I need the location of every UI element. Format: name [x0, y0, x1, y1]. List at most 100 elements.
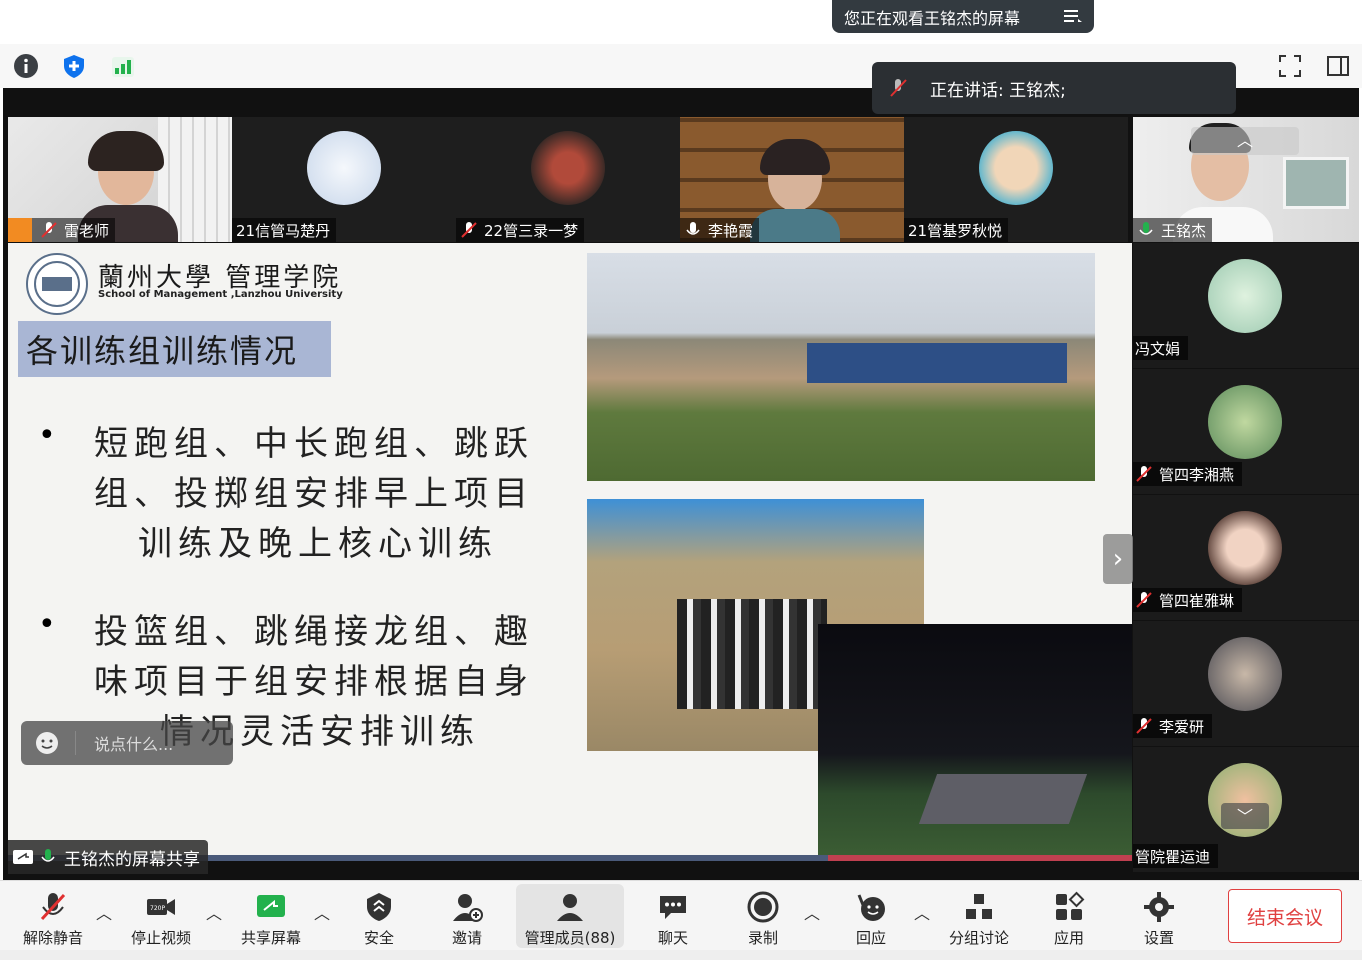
- group-people: [677, 599, 827, 709]
- share-screen-icon: [13, 850, 33, 864]
- shared-slide: 蘭州大學 管理学院 School of Management ,Lanzhou …: [8, 243, 1132, 861]
- high-jump-mat: [807, 343, 1067, 383]
- chat-button[interactable]: 聊天: [638, 886, 708, 948]
- participant-name-bar: 21信管马楚丹: [232, 218, 337, 242]
- banner-text: 您正在观看王铭杰的屏幕: [844, 8, 1021, 28]
- participant-name-bar: 21管基罗秋悦: [904, 218, 1009, 242]
- participant-tile[interactable]: 22管三录一梦: [456, 117, 680, 242]
- chevron-up-icon[interactable]: ︿: [804, 900, 820, 924]
- encryption-shield-icon[interactable]: [60, 52, 88, 80]
- avatar: [1208, 385, 1282, 459]
- chevron-up-icon[interactable]: ︿: [914, 900, 930, 924]
- hair: [760, 139, 830, 175]
- people-lying: [918, 774, 1088, 824]
- fullscreen-icon[interactable]: [1276, 52, 1304, 80]
- network-signal-icon[interactable]: [108, 52, 136, 80]
- participant-name-bar: 李爱研: [1133, 714, 1213, 738]
- status-strip: [0, 950, 1362, 960]
- mic-muted-icon: [1136, 718, 1152, 734]
- unmute-button[interactable]: 解除静音: [18, 886, 88, 948]
- participant-side-tile[interactable]: 李爱研: [1133, 621, 1359, 746]
- settings-button[interactable]: 设置: [1124, 886, 1194, 948]
- chat-bubble-icon: [660, 896, 686, 919]
- participant-side-tile[interactable]: ﹀ 管院瞿运迪: [1133, 747, 1359, 872]
- chevron-right-icon: ›: [1112, 544, 1124, 574]
- avatar: [979, 131, 1053, 205]
- hair: [88, 131, 164, 171]
- end-meeting-button[interactable]: 结束会议: [1228, 889, 1342, 943]
- record-button[interactable]: 录制: [728, 886, 798, 948]
- share-screen-icon: [257, 895, 285, 917]
- bullet-1-line-2: 组、投掷组安排早上项目: [94, 474, 534, 514]
- participant-tile[interactable]: 21信管马楚丹: [232, 117, 456, 242]
- slide-title: 各训练组训练情况: [18, 321, 331, 377]
- participant-name-bar: 李艳霞: [680, 218, 760, 242]
- participants-icon: [557, 894, 583, 921]
- invite-button[interactable]: 邀请: [432, 886, 502, 948]
- night-training-photo: [818, 624, 1132, 860]
- chevron-up-icon[interactable]: ︿: [96, 900, 112, 924]
- gear-icon: [1144, 892, 1174, 922]
- mic-icon: [686, 222, 700, 235]
- slide-footer-accent: [828, 855, 1132, 861]
- bullet-2-line-1: 投篮组、跳绳接龙组、趣: [94, 612, 534, 652]
- participant-tile-active[interactable]: ︿ 王铭杰: [1133, 117, 1359, 242]
- mic-active-icon: [1139, 222, 1153, 235]
- participant-name-bar: 管院瞿运迪: [1133, 844, 1219, 868]
- participants-button[interactable]: 管理成员(88): [516, 886, 624, 948]
- quick-chat-input[interactable]: 说点什么...: [21, 721, 233, 765]
- bullet-dot: •: [38, 418, 56, 453]
- avatar: [1208, 637, 1282, 711]
- participant-name-bar: 王铭杰: [1133, 218, 1213, 242]
- bullet-2-line-2: 味项目于组安排根据自身: [94, 662, 534, 702]
- shoulders: [750, 209, 840, 242]
- apps-button[interactable]: 应用: [1034, 886, 1104, 948]
- mic-muted-icon: [890, 79, 907, 97]
- wall-frame: [1283, 157, 1349, 209]
- record-icon: [747, 891, 779, 923]
- mic-muted-icon: [1136, 592, 1152, 608]
- chevron-up-icon[interactable]: ︿: [206, 900, 222, 924]
- scroll-down-icon[interactable]: ﹀: [1221, 803, 1269, 829]
- bullet-dot: •: [38, 607, 56, 642]
- breakout-rooms-button[interactable]: 分组讨论: [944, 886, 1014, 948]
- scroll-up-icon[interactable]: ︿: [1191, 127, 1299, 155]
- participant-name-bar: 管四崔雅琳: [1133, 588, 1243, 612]
- stop-video-button[interactable]: 720P 停止视频: [126, 886, 196, 948]
- chat-placeholder: 说点什么...: [75, 731, 173, 755]
- user-icon: [8, 218, 32, 242]
- screen-share-label: 王铭杰的屏幕共享: [8, 840, 208, 874]
- viewing-share-banner[interactable]: 您正在观看王铭杰的屏幕: [832, 0, 1094, 33]
- security-button[interactable]: 安全: [344, 886, 414, 948]
- shield-icon: [367, 893, 391, 921]
- participant-side-tile[interactable]: 管四李湘燕: [1133, 369, 1359, 494]
- participant-name-bar: 雷老师: [8, 218, 116, 242]
- reaction-icon: [857, 894, 885, 921]
- next-page-button[interactable]: ›: [1103, 534, 1133, 584]
- apps-grid-icon: [1056, 891, 1085, 920]
- menu-icon[interactable]: [1064, 8, 1082, 28]
- share-screen-button[interactable]: 共享屏幕: [236, 886, 306, 948]
- reactions-button[interactable]: 回应: [836, 886, 906, 948]
- participant-tile[interactable]: 雷老师: [8, 117, 232, 242]
- mic-muted-icon: [1136, 466, 1152, 482]
- participant-name-bar: 22管三录一梦: [456, 218, 585, 242]
- avatar: [307, 131, 381, 205]
- svg-text:720P: 720P: [150, 905, 165, 912]
- info-icon[interactable]: [12, 52, 40, 80]
- participant-name-bar: 管四李湘燕: [1133, 462, 1243, 486]
- participant-side-tile[interactable]: 管四崔雅琳: [1133, 495, 1359, 620]
- participant-name-bar: 冯文娟: [1133, 336, 1189, 360]
- bullet-1-line-1: 短跑组、中长跑组、跳跃: [94, 424, 534, 464]
- participant-tile[interactable]: 李艳霞: [680, 117, 904, 242]
- university-logo: [26, 253, 88, 315]
- participant-side-tile[interactable]: 冯文娟: [1133, 243, 1359, 368]
- side-panel-icon[interactable]: [1324, 52, 1352, 80]
- participant-tile[interactable]: 21管基罗秋悦: [904, 117, 1128, 242]
- mic-muted-icon: [41, 222, 57, 238]
- emoji-icon[interactable]: [35, 731, 59, 755]
- mic-active-icon: [41, 849, 55, 862]
- track-photo: [587, 253, 1095, 481]
- add-user-icon: [453, 894, 483, 922]
- chevron-up-icon[interactable]: ︿: [314, 900, 330, 924]
